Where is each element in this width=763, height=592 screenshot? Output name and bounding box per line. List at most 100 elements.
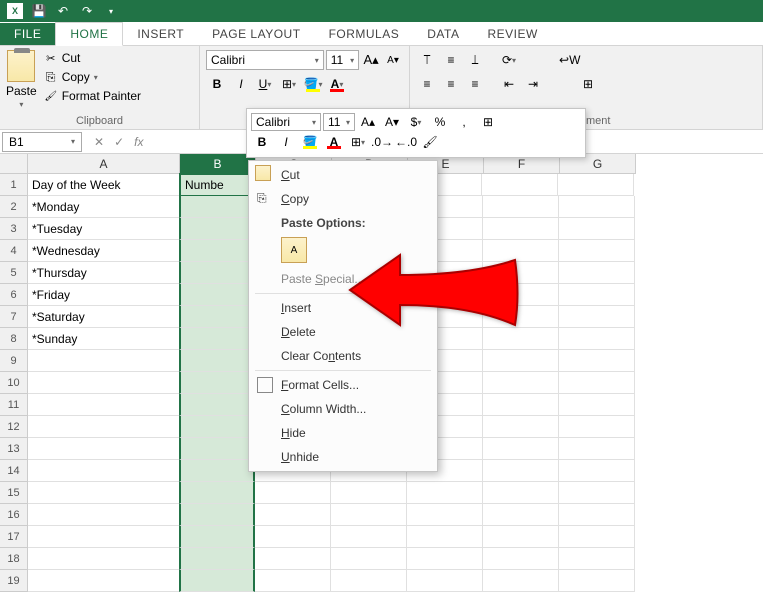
cm-unhide[interactable]: Unhide: [251, 445, 435, 469]
cell-B4[interactable]: [179, 240, 255, 262]
cell-G16[interactable]: [559, 504, 635, 526]
cell-A9[interactable]: [28, 350, 180, 372]
col-header-A[interactable]: A: [28, 154, 180, 174]
cell-C15[interactable]: [255, 482, 331, 504]
row-header[interactable]: 7: [0, 306, 28, 328]
cm-hide[interactable]: Hide: [251, 421, 435, 445]
font-name-select[interactable]: Calibri▾: [206, 50, 324, 70]
row-header[interactable]: 19: [0, 570, 28, 592]
cell-G8[interactable]: [559, 328, 635, 350]
cell-A5[interactable]: *Thursday: [28, 262, 180, 284]
cell-B18[interactable]: [179, 548, 255, 570]
cell-G3[interactable]: [559, 218, 635, 240]
cell-B10[interactable]: [179, 372, 255, 394]
row-header[interactable]: 12: [0, 416, 28, 438]
italic-button[interactable]: I: [230, 74, 252, 94]
cell-D15[interactable]: [331, 482, 407, 504]
increase-font-icon[interactable]: A▴: [361, 50, 381, 70]
row-header[interactable]: 16: [0, 504, 28, 526]
cell-G14[interactable]: [559, 460, 635, 482]
cm-copy[interactable]: Copy: [251, 187, 435, 211]
cell-A19[interactable]: [28, 570, 180, 592]
cell-D19[interactable]: [331, 570, 407, 592]
cell-A8[interactable]: *Sunday: [28, 328, 180, 350]
cell-G4[interactable]: [559, 240, 635, 262]
cell-F10[interactable]: [483, 372, 559, 394]
row-header[interactable]: 11: [0, 394, 28, 416]
decrease-font-icon[interactable]: A▾: [383, 50, 403, 70]
cell-B9[interactable]: [179, 350, 255, 372]
tab-file[interactable]: FILE: [0, 23, 55, 45]
cell-C17[interactable]: [255, 526, 331, 548]
mini-borders-icon[interactable]: ⊞: [477, 113, 499, 131]
cell-G1[interactable]: [558, 174, 634, 196]
mini-font-size[interactable]: 11▾: [323, 113, 355, 131]
row-header[interactable]: 5: [0, 262, 28, 284]
qat-customize-icon[interactable]: ▾: [100, 2, 122, 20]
mini-format-painter-icon[interactable]: 🖌: [419, 133, 441, 151]
cell-B7[interactable]: [179, 306, 255, 328]
cell-A10[interactable]: [28, 372, 180, 394]
align-bottom-icon[interactable]: ⟘: [464, 50, 486, 70]
mini-decimal-dec-icon[interactable]: ←.0: [395, 133, 417, 151]
cell-G7[interactable]: [559, 306, 635, 328]
cell-B3[interactable]: [179, 218, 255, 240]
row-header[interactable]: 1: [0, 174, 28, 196]
save-icon[interactable]: 💾: [28, 2, 50, 20]
decrease-indent-icon[interactable]: ⇤: [498, 74, 520, 94]
cell-C18[interactable]: [255, 548, 331, 570]
row-header[interactable]: 18: [0, 548, 28, 570]
cell-B17[interactable]: [179, 526, 255, 548]
tab-insert[interactable]: INSERT: [123, 23, 198, 45]
name-box[interactable]: B1▾: [2, 132, 82, 152]
tab-page-layout[interactable]: PAGE LAYOUT: [198, 23, 314, 45]
cell-G13[interactable]: [559, 438, 635, 460]
row-header[interactable]: 13: [0, 438, 28, 460]
cell-D16[interactable]: [331, 504, 407, 526]
row-header[interactable]: 4: [0, 240, 28, 262]
paste-button[interactable]: Paste ▾: [6, 50, 37, 109]
cell-G18[interactable]: [559, 548, 635, 570]
wrap-text-button[interactable]: ↩ W: [554, 50, 585, 70]
row-header[interactable]: 8: [0, 328, 28, 350]
paste-option-default[interactable]: A: [281, 237, 307, 263]
row-header[interactable]: 14: [0, 460, 28, 482]
cell-B16[interactable]: [179, 504, 255, 526]
cell-G2[interactable]: [559, 196, 635, 218]
row-header[interactable]: 3: [0, 218, 28, 240]
mini-comma-icon[interactable]: ,: [453, 113, 475, 131]
cell-A15[interactable]: [28, 482, 180, 504]
cell-E17[interactable]: [407, 526, 483, 548]
cell-B13[interactable]: [179, 438, 255, 460]
underline-button[interactable]: U▾: [254, 74, 276, 94]
cell-A1[interactable]: Day of the Week: [28, 174, 180, 196]
cell-C16[interactable]: [255, 504, 331, 526]
cell-C19[interactable]: [255, 570, 331, 592]
cell-B14[interactable]: [179, 460, 255, 482]
cell-E19[interactable]: [407, 570, 483, 592]
mini-bold-button[interactable]: B: [251, 133, 273, 151]
cell-A6[interactable]: *Friday: [28, 284, 180, 306]
cell-G10[interactable]: [559, 372, 635, 394]
cell-A16[interactable]: [28, 504, 180, 526]
cell-G9[interactable]: [559, 350, 635, 372]
row-header[interactable]: 6: [0, 284, 28, 306]
cell-G17[interactable]: [559, 526, 635, 548]
cell-G11[interactable]: [559, 394, 635, 416]
cell-F18[interactable]: [483, 548, 559, 570]
cell-F12[interactable]: [483, 416, 559, 438]
tab-home[interactable]: HOME: [55, 22, 123, 46]
cell-E15[interactable]: [407, 482, 483, 504]
row-header[interactable]: 2: [0, 196, 28, 218]
cell-A12[interactable]: [28, 416, 180, 438]
cell-F2[interactable]: [483, 196, 559, 218]
mini-fill-color-button[interactable]: 🪣: [299, 133, 321, 151]
cell-G19[interactable]: [559, 570, 635, 592]
align-middle-icon[interactable]: ≡: [440, 50, 462, 70]
cell-B15[interactable]: [179, 482, 255, 504]
cell-F13[interactable]: [483, 438, 559, 460]
cell-E16[interactable]: [407, 504, 483, 526]
cell-F15[interactable]: [483, 482, 559, 504]
cell-A11[interactable]: [28, 394, 180, 416]
cell-F11[interactable]: [483, 394, 559, 416]
